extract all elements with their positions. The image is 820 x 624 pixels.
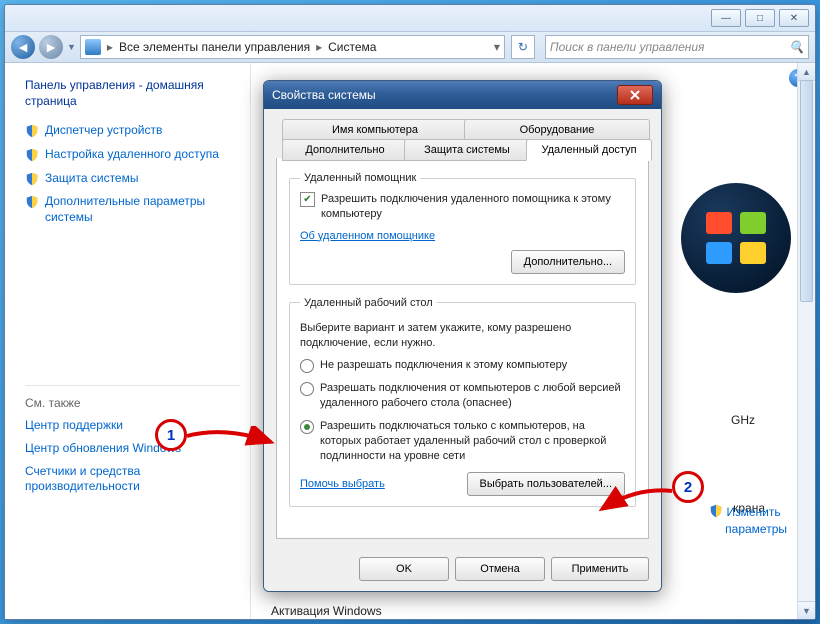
- shield-icon: [25, 195, 39, 209]
- dialog-title: Свойства системы: [272, 88, 376, 102]
- remote-desktop-legend: Удаленный рабочий стол: [300, 297, 437, 309]
- remote-desktop-group: Удаленный рабочий стол Выберите вариант …: [289, 297, 636, 507]
- breadcrumb-root[interactable]: Все элементы панели управления: [119, 40, 310, 54]
- activation-heading: Активация Windows: [271, 604, 795, 618]
- breadcrumb-bar[interactable]: ▸ Все элементы панели управления ▸ Систе…: [80, 35, 505, 59]
- radio-icon: [300, 382, 314, 396]
- scroll-up-icon[interactable]: ▲: [798, 63, 815, 81]
- tab-remote[interactable]: Удаленный доступ: [526, 139, 652, 161]
- annotation-badge-2: 2: [672, 471, 704, 503]
- scroll-down-icon[interactable]: ▼: [798, 601, 815, 619]
- sidebar-home-link[interactable]: Панель управления - домашняя страница: [25, 77, 240, 109]
- allow-remote-assistance-checkbox[interactable]: ✔ Разрешить подключения удаленного помощ…: [300, 192, 625, 222]
- dialog-footer: OK Отмена Применить: [264, 549, 661, 591]
- radio-icon: [300, 359, 314, 373]
- remote-desktop-desc: Выберите вариант и затем укажите, кому р…: [300, 321, 625, 351]
- scrollbar-thumb[interactable]: [800, 80, 813, 302]
- control-panel-icon: [85, 39, 101, 55]
- tab-hardware[interactable]: Оборудование: [464, 119, 650, 141]
- search-placeholder: Поиск в панели управления: [550, 40, 705, 54]
- remote-assistance-group: Удаленный помощник ✔ Разрешить подключен…: [289, 172, 636, 285]
- windows-logo: [681, 183, 791, 293]
- sidebar-link-system-protection[interactable]: Защита системы: [25, 171, 240, 187]
- cancel-button[interactable]: Отмена: [455, 557, 545, 581]
- checkbox-icon: ✔: [300, 192, 315, 207]
- dialog-close-button[interactable]: [617, 85, 653, 105]
- change-settings-link[interactable]: Изменить параметры: [709, 503, 787, 538]
- shield-icon: [25, 148, 39, 162]
- see-also-perf-tools[interactable]: Счетчики и средства производительности: [25, 464, 240, 495]
- window-titlebar: — □ ✕: [5, 5, 815, 32]
- address-bar-row: ◄ ► ▼ ▸ Все элементы панели управления ▸…: [5, 32, 815, 63]
- nav-forward-button[interactable]: ►: [39, 35, 63, 59]
- rdp-option-nla[interactable]: Разрешить подключаться только с компьюте…: [300, 419, 625, 464]
- tab-system-protection[interactable]: Защита системы: [404, 139, 530, 161]
- tab-advanced[interactable]: Дополнительно: [282, 139, 408, 161]
- sidebar: Панель управления - домашняя страница Ди…: [5, 63, 251, 619]
- ok-button[interactable]: OK: [359, 557, 449, 581]
- search-input[interactable]: Поиск в панели управления 🔍: [545, 35, 809, 59]
- nav-back-button[interactable]: ◄: [11, 35, 35, 59]
- breadcrumb-sep-icon: ▸: [316, 40, 322, 54]
- apply-button[interactable]: Применить: [551, 557, 649, 581]
- sidebar-link-device-manager[interactable]: Диспетчер устройств: [25, 123, 240, 139]
- assistance-advanced-button[interactable]: Дополнительно...: [511, 250, 625, 274]
- breadcrumb-leaf[interactable]: Система: [328, 40, 376, 54]
- shield-icon: [25, 172, 39, 186]
- sidebar-link-advanced-settings[interactable]: Дополнительные параметры системы: [25, 194, 240, 225]
- tab-computer-name[interactable]: Имя компьютера: [282, 119, 468, 141]
- remote-assistance-legend: Удаленный помощник: [300, 172, 420, 184]
- dialog-titlebar[interactable]: Свойства системы: [264, 81, 661, 109]
- shield-icon: [709, 504, 723, 518]
- breadcrumb-dropdown-icon[interactable]: ▾: [494, 40, 500, 54]
- nav-history-dropdown-icon[interactable]: ▼: [67, 42, 76, 52]
- help-choose-link[interactable]: Помочь выбрать: [300, 478, 385, 490]
- about-remote-assistance-link[interactable]: Об удаленном помощнике: [300, 230, 435, 242]
- tab-remote-page: Удаленный помощник ✔ Разрешить подключен…: [276, 158, 649, 539]
- close-window-button[interactable]: ✕: [779, 9, 809, 27]
- see-also-label: См. также: [25, 396, 240, 410]
- annotation-badge-1: 1: [155, 419, 187, 451]
- minimize-button[interactable]: —: [711, 9, 741, 27]
- vertical-scrollbar[interactable]: ▲ ▼: [797, 63, 815, 619]
- refresh-icon: ↻: [518, 40, 528, 54]
- refresh-button[interactable]: ↻: [511, 35, 535, 59]
- rdp-option-any[interactable]: Разрешать подключения от компьютеров с л…: [300, 381, 625, 411]
- radio-icon: [300, 420, 314, 434]
- breadcrumb-sep-icon: ▸: [107, 40, 113, 54]
- search-icon: 🔍: [789, 40, 804, 54]
- annotation-arrow-2: [596, 485, 676, 519]
- close-icon: [629, 90, 641, 100]
- main-text-fragment: GHz: [731, 413, 755, 427]
- rdp-option-deny[interactable]: Не разрешать подключения к этому компьют…: [300, 358, 625, 373]
- sidebar-link-remote-settings[interactable]: Настройка удаленного доступа: [25, 147, 240, 163]
- maximize-button[interactable]: □: [745, 9, 775, 27]
- tab-strip: Имя компьютера Оборудование Дополнительн…: [276, 119, 649, 159]
- shield-icon: [25, 124, 39, 138]
- annotation-arrow-1: [185, 426, 280, 454]
